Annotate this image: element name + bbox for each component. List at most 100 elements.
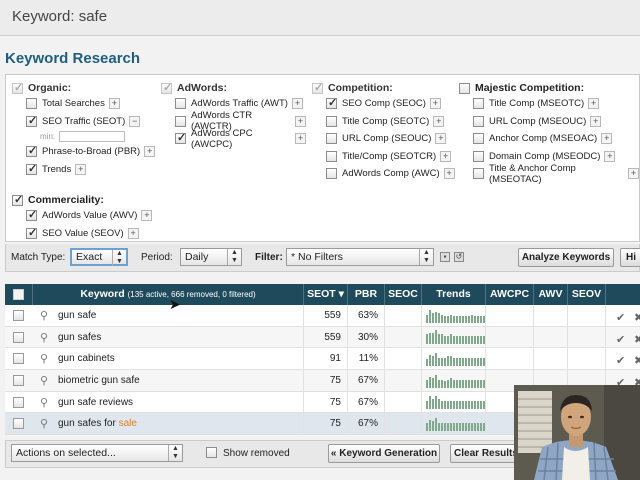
option-checkbox[interactable] [26,208,37,222]
option-checkbox[interactable] [26,144,37,158]
expand-icon[interactable]: + [590,115,602,127]
option-adwords-value-awv[interactable]: AdWords Value (AWV)+ [26,207,157,225]
commerciality-group[interactable]: Commerciality: [12,193,157,207]
option-checkbox[interactable] [473,115,484,127]
option-checkbox[interactable] [26,162,37,175]
option-seo-value-seov[interactable]: SEO Value (SEOV)+ [26,225,157,243]
commerciality-checkbox[interactable] [12,193,23,206]
keyword-search-icon[interactable]: ⚲ [40,352,48,365]
option-checkbox[interactable] [175,115,186,127]
pbr-column-header[interactable]: PBR [347,284,384,305]
select-all-checkbox[interactable] [13,289,24,300]
option-checkbox[interactable] [175,131,186,145]
expand-icon[interactable]: + [295,133,306,145]
analyze-keywords-button[interactable]: Analyze Keywords [518,248,614,267]
organic-group[interactable]: Organic: [12,81,157,95]
save-filter-icon[interactable]: ▪ [440,252,450,262]
awv-column-header[interactable]: AWV [533,284,567,305]
expand-icon[interactable]: + [75,163,87,175]
expand-icon[interactable]: + [435,133,447,145]
option-checkbox[interactable] [26,226,37,239]
row-checkbox[interactable] [13,331,24,343]
awcpc-column-header[interactable]: AWCPC [485,284,533,305]
keyword-cell[interactable]: gun safe [58,305,96,326]
trends-column-header[interactable]: Trends [421,284,485,305]
period-select[interactable]: Daily ▲ ▼ [180,248,242,266]
option-adwords-comp-awc[interactable]: AdWords Comp (AWC) + [326,165,457,183]
expand-icon[interactable]: + [443,168,455,180]
keyword-cell[interactable]: gun safes [58,327,101,348]
option-checkbox[interactable] [473,98,484,110]
row-checkbox[interactable] [13,353,24,365]
keyword-cell[interactable]: biometric gun safe [58,370,140,391]
row-checkbox[interactable] [13,310,24,321]
adwords-checkbox[interactable] [161,81,172,94]
option-phrase-to-broad-pbr[interactable]: Phrase-to-Broad (PBR)+ [26,143,157,161]
option-checkbox[interactable] [473,133,484,145]
option-checkbox[interactable] [26,114,37,127]
table-row[interactable]: ⚲ gun cabinets 91 11% ✔ ✖ [5,348,640,371]
actions-select[interactable]: Actions on selected... ▲ ▼ [11,444,183,462]
option-title-anchor-comp-mseotac[interactable]: Title & Anchor Comp (MSEOTAC) + [473,163,639,185]
option-title-comp-seotc[interactable]: Title Comp (SEOTC) + [326,113,457,131]
option-checkbox[interactable] [473,168,484,180]
option-checkbox[interactable] [326,133,337,145]
keyword-column-header[interactable]: Keyword (135 active, 666 removed, 0 filt… [32,284,303,305]
seot-min-input[interactable] [59,131,126,142]
filter-select[interactable]: * No Filters ▲ ▼ [286,248,434,266]
expand-icon[interactable]: + [604,150,616,162]
keyword-search-icon[interactable]: ⚲ [40,331,48,344]
collapse-icon[interactable]: − [129,115,141,127]
majestic-group[interactable]: Majestic Competition: [459,81,639,95]
option-title-comp-seotcr[interactable]: Title/Comp (SEOTCR) + [326,148,457,166]
expand-icon[interactable]: + [429,98,441,110]
option-trends[interactable]: Trends+ [26,161,157,179]
hide-button[interactable]: Hi [620,248,640,267]
expand-icon[interactable]: + [601,133,613,145]
table-row[interactable]: ⚲ gun safe 559 63% ✔ ✖ [5,305,640,327]
seov-column-header[interactable]: SEOV [567,284,605,305]
option-title-comp-mseotc[interactable]: Title Comp (MSEOTC) + [473,95,639,113]
option-url-comp-seouc[interactable]: URL Comp (SEOUC) + [326,130,457,148]
keyword-search-icon[interactable]: ⚲ [40,374,48,387]
expand-icon[interactable]: + [440,150,452,162]
option-checkbox[interactable] [326,96,337,110]
option-checkbox[interactable] [326,150,337,162]
row-checkbox[interactable] [13,375,24,387]
expand-icon[interactable]: + [291,98,303,110]
keyword-search-icon[interactable]: ⚲ [40,309,48,322]
expand-icon[interactable]: + [295,115,306,127]
option-checkbox[interactable] [26,98,37,110]
keyword-cell[interactable]: gun safe reviews [58,392,133,413]
keyword-search-icon[interactable]: ⚲ [40,396,48,409]
option-checkbox[interactable] [175,98,186,110]
show-removed-checkbox[interactable] [206,447,217,458]
adwords-group[interactable]: AdWords: [161,81,306,95]
keyword-cell[interactable]: gun cabinets [58,348,115,369]
expand-icon[interactable]: + [144,146,156,158]
keyword-search-icon[interactable]: ⚲ [40,417,48,430]
option-seo-traffic-seot[interactable]: SEO Traffic (SEOT)− [26,113,157,131]
expand-icon[interactable]: + [141,210,153,222]
expand-icon[interactable]: + [628,168,639,180]
reset-filter-icon[interactable]: ↺ [454,252,464,262]
option-adwords-cpc-awcpc[interactable]: AdWords CPC (AWCPC) + [175,128,306,150]
row-checkbox[interactable] [13,396,24,408]
expand-icon[interactable]: + [127,227,139,239]
match-type-select[interactable]: Exact ▲ ▼ [70,248,128,266]
keyword-cell[interactable]: gun safes for sale [58,413,137,434]
option-url-comp-mseouc[interactable]: URL Comp (MSEOUC) + [473,113,639,131]
option-checkbox[interactable] [326,168,337,180]
seoc-column-header[interactable]: SEOC [384,284,421,305]
option-checkbox[interactable] [326,115,337,127]
clear-results-button[interactable]: Clear Results [450,444,522,463]
majestic-checkbox[interactable] [459,82,470,94]
option-checkbox[interactable] [473,150,484,162]
organic-checkbox[interactable] [12,81,23,94]
option-total-searches[interactable]: Total Searches + [26,95,157,113]
competition-checkbox[interactable] [312,81,323,94]
seot-column-header[interactable]: SEOT ▾ [303,284,347,305]
option-anchor-comp-mseoac[interactable]: Anchor Comp (MSEOAC) + [473,130,639,148]
expand-icon[interactable]: + [433,115,445,127]
expand-icon[interactable]: + [588,98,600,110]
